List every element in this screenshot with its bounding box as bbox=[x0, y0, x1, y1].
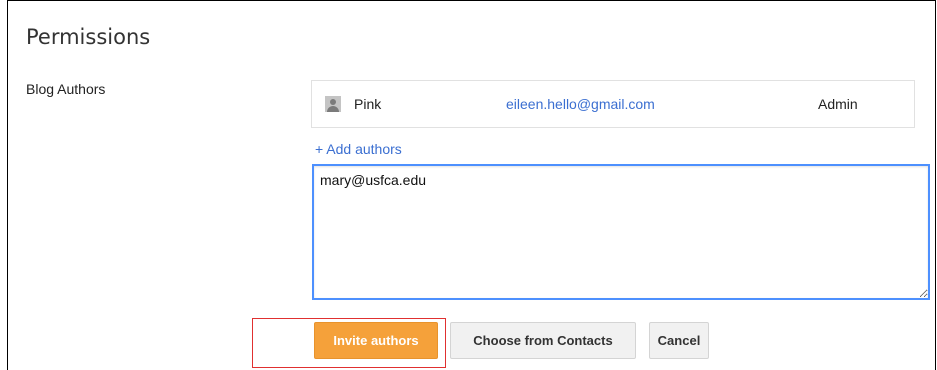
author-row: Pink eileen.hello@gmail.com Admin bbox=[311, 80, 915, 128]
author-email-link[interactable]: eileen.hello@gmail.com bbox=[506, 96, 655, 112]
permissions-panel: Permissions Blog Authors Pink eileen.hel… bbox=[7, 0, 936, 370]
choose-from-contacts-button[interactable]: Choose from Contacts bbox=[450, 322, 636, 359]
page-title: Permissions bbox=[26, 25, 151, 49]
author-name: Pink bbox=[354, 96, 382, 112]
blog-authors-label: Blog Authors bbox=[26, 81, 106, 97]
author-role: Admin bbox=[818, 96, 858, 112]
cancel-button[interactable]: Cancel bbox=[649, 322, 709, 359]
add-authors-link[interactable]: + Add authors bbox=[315, 141, 402, 157]
invite-authors-button[interactable]: Invite authors bbox=[314, 322, 438, 359]
author-emails-input[interactable]: mary@usfca.edu bbox=[313, 165, 929, 299]
user-silhouette-icon bbox=[325, 96, 341, 112]
